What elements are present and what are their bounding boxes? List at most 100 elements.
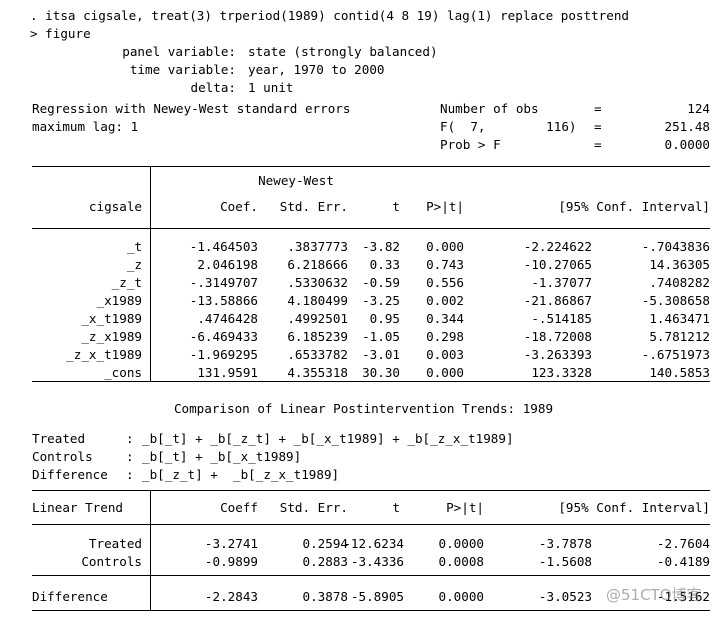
main-table-vertical-divider (150, 166, 151, 382)
row-p: 0.344 (426, 311, 464, 326)
delta-value: 1 unit (248, 80, 294, 95)
trend-table-vertical-divider (150, 490, 151, 610)
row-p: 0.743 (426, 257, 464, 272)
comparison-label-treated: Treated (32, 431, 108, 446)
row-stderr: 6.218666 (287, 257, 348, 272)
row-coef: 2.046198 (197, 257, 258, 272)
row-t: 0.33 (369, 257, 400, 272)
trend-table-row-header: Linear Trend (32, 500, 123, 515)
comparison-label-controls: Controls (32, 449, 108, 464)
row-ci-low: -3.0523 (538, 589, 592, 604)
row-coef: 131.9591 (197, 365, 258, 380)
row-coef: -2.2843 (204, 589, 258, 604)
row-p: 0.0000 (438, 589, 485, 604)
row-p: 0.0000 (438, 536, 485, 551)
time-variable-label: time variable: (129, 62, 236, 77)
row-ci-high: -.7043836 (641, 239, 710, 254)
comparison-sep-difference: : (126, 467, 134, 482)
panel-variable-value: state (strongly balanced) (248, 44, 438, 59)
row-varname: _z_x1989 (81, 329, 142, 344)
row-label: Treated (88, 536, 142, 551)
stat-value-f: 251.48 (664, 119, 711, 134)
row-p: 0.000 (426, 239, 464, 254)
row-t: -0.59 (362, 275, 400, 290)
trend-table-header-rule (32, 524, 710, 525)
row-stderr: .4992501 (287, 311, 348, 326)
trend-table-top-rule (32, 490, 710, 491)
row-t: -12.6234 (343, 536, 404, 551)
row-p: 0.002 (426, 293, 464, 308)
panel-variable-label: panel variable: (122, 44, 236, 59)
row-ci-low: -.514185 (531, 311, 592, 326)
row-varname: _z_t (111, 275, 142, 290)
row-t: -1.05 (362, 329, 400, 344)
row-ci-low: -1.37077 (531, 275, 592, 290)
row-coef: -13.58866 (189, 293, 258, 308)
row-coef: .4746428 (197, 311, 258, 326)
command-continuation-line: > figure (30, 26, 91, 41)
row-p: 0.298 (426, 329, 464, 344)
row-ci-low: -3.263393 (523, 347, 592, 362)
row-stderr: 4.180499 (287, 293, 348, 308)
row-stderr: .6533782 (287, 347, 348, 362)
comparison-expr-difference: _b[_z_t] + _b[_z_x_t1989] (142, 467, 340, 482)
trend-table-col-stderr: Std. Err. (279, 500, 348, 515)
row-coef: -3.2741 (204, 536, 258, 551)
main-table-col-ci: [95% Conf. Interval] (558, 199, 710, 214)
row-coef: -1.464503 (189, 239, 258, 254)
row-ci-low: 123.3328 (531, 365, 592, 380)
row-ci-low: -10.27065 (523, 257, 592, 272)
comparison-expr-treated: _b[_t] + _b[_z_t] + _b[_x_t1989] + _b[_z… (142, 431, 514, 446)
row-stderr: .3837773 (287, 239, 348, 254)
row-label: Controls (81, 554, 142, 569)
main-table-col-p: P>|t| (426, 199, 464, 214)
row-t: -3.4336 (350, 554, 404, 569)
main-table-col-stderr: Std. Err. (279, 199, 348, 214)
trend-table-col-t: t (392, 500, 400, 515)
row-varname: _x_t1989 (81, 311, 142, 326)
main-table-depvar-header: cigsale (88, 199, 142, 214)
stat-label-obs: Number of obs (440, 101, 539, 116)
row-varname: _z (126, 257, 142, 272)
row-ci-high: -.6751973 (641, 347, 710, 362)
row-ci-low: -18.72008 (523, 329, 592, 344)
row-varname: _z_x_t1989 (66, 347, 142, 362)
trend-table-col-coef: Coeff (220, 500, 258, 515)
row-t: -3.82 (362, 239, 400, 254)
row-ci-high: -1.5162 (656, 589, 710, 604)
comparison-expr-controls: _b[_t] + _b[_x_t1989] (142, 449, 302, 464)
row-ci-high: 14.36305 (649, 257, 710, 272)
row-t: -5.8905 (350, 589, 404, 604)
trend-table-bottom-rule (32, 610, 710, 611)
comparison-title: Comparison of Linear Postintervention Tr… (173, 401, 554, 416)
row-p: 0.0008 (438, 554, 485, 569)
main-table-super-header: Newey-West (258, 173, 334, 188)
row-ci-high: 1.463471 (649, 311, 710, 326)
row-ci-high: -2.7604 (656, 536, 710, 551)
stat-value-obs: 124 (687, 101, 710, 116)
row-varname: _t (126, 239, 142, 254)
row-p: 0.000 (426, 365, 464, 380)
row-stderr: 6.185239 (287, 329, 348, 344)
trend-table-col-ci: [95% Conf. Interval] (558, 500, 710, 515)
row-stderr: 4.355318 (287, 365, 348, 380)
delta-label: delta: (190, 80, 237, 95)
row-label: Difference (32, 589, 108, 604)
stat-value-prob: 0.0000 (664, 137, 711, 152)
row-ci-high: 140.5853 (649, 365, 710, 380)
main-table-top-rule (32, 166, 710, 167)
row-coef: -0.9899 (204, 554, 258, 569)
model-maxlag: maximum lag: 1 (32, 119, 139, 134)
row-t: 0.95 (369, 311, 400, 326)
main-table-col-coef: Coef. (220, 199, 258, 214)
row-ci-low: -21.86867 (523, 293, 592, 308)
command-echo-line: . itsa cigsale, treat(3) trperiod(1989) … (30, 8, 629, 23)
stat-label-f: F( 7, 116) (440, 119, 577, 134)
row-p: 0.556 (426, 275, 464, 290)
comparison-label-difference: Difference (32, 467, 108, 482)
model-title: Regression with Newey-West standard erro… (32, 101, 351, 116)
row-varname: _cons (104, 365, 142, 380)
row-ci-low: -2.224622 (523, 239, 592, 254)
row-t: 30.30 (362, 365, 400, 380)
row-ci-high: -0.4189 (656, 554, 710, 569)
